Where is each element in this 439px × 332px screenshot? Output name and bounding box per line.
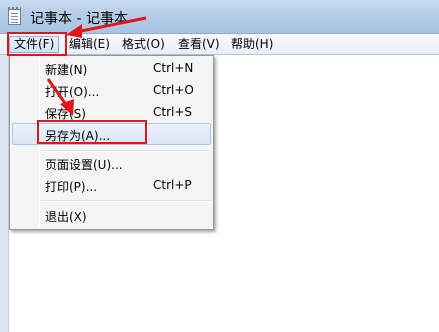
notepad-icon xyxy=(8,7,21,25)
menu-format[interactable]: 格式(O) xyxy=(118,36,169,53)
menu-separator xyxy=(41,200,210,202)
menu-item-save[interactable]: 保存(S) Ctrl+S xyxy=(12,102,211,122)
menu-item-exit[interactable]: 退出(X) xyxy=(12,205,211,225)
menu-item-label: 新建(N) xyxy=(45,63,88,77)
menu-item-shortcut: Ctrl+P xyxy=(153,178,192,192)
menu-view[interactable]: 查看(V) xyxy=(174,36,224,53)
menu-item-shortcut: Ctrl+O xyxy=(153,83,194,97)
menu-item-label: 打开(O)... xyxy=(45,85,100,99)
menu-item-label: 打印(P)... xyxy=(45,180,98,194)
window-frame-left xyxy=(0,55,9,332)
highlight-file-menu xyxy=(7,32,67,56)
menu-edit[interactable]: 编辑(E) xyxy=(65,36,114,53)
menu-help[interactable]: 帮助(H) xyxy=(227,36,277,53)
menu-item-new[interactable]: 新建(N) Ctrl+N xyxy=(12,58,211,78)
highlight-save-as xyxy=(37,120,147,144)
menu-item-shortcut: Ctrl+N xyxy=(153,61,194,75)
menu-item-page-setup[interactable]: 页面设置(U)... xyxy=(12,153,211,173)
menu-item-open[interactable]: 打开(O)... Ctrl+O xyxy=(12,80,211,100)
menu-item-print[interactable]: 打印(P)... Ctrl+P xyxy=(12,175,211,195)
title-bar: 记事本 - 记事本 xyxy=(0,0,439,34)
menu-item-shortcut: Ctrl+S xyxy=(153,105,193,119)
menu-item-label: 退出(X) xyxy=(45,210,87,224)
menu-item-label: 页面设置(U)... xyxy=(45,158,123,172)
window-title: 记事本 - 记事本 xyxy=(30,11,128,27)
menu-separator xyxy=(41,150,210,152)
